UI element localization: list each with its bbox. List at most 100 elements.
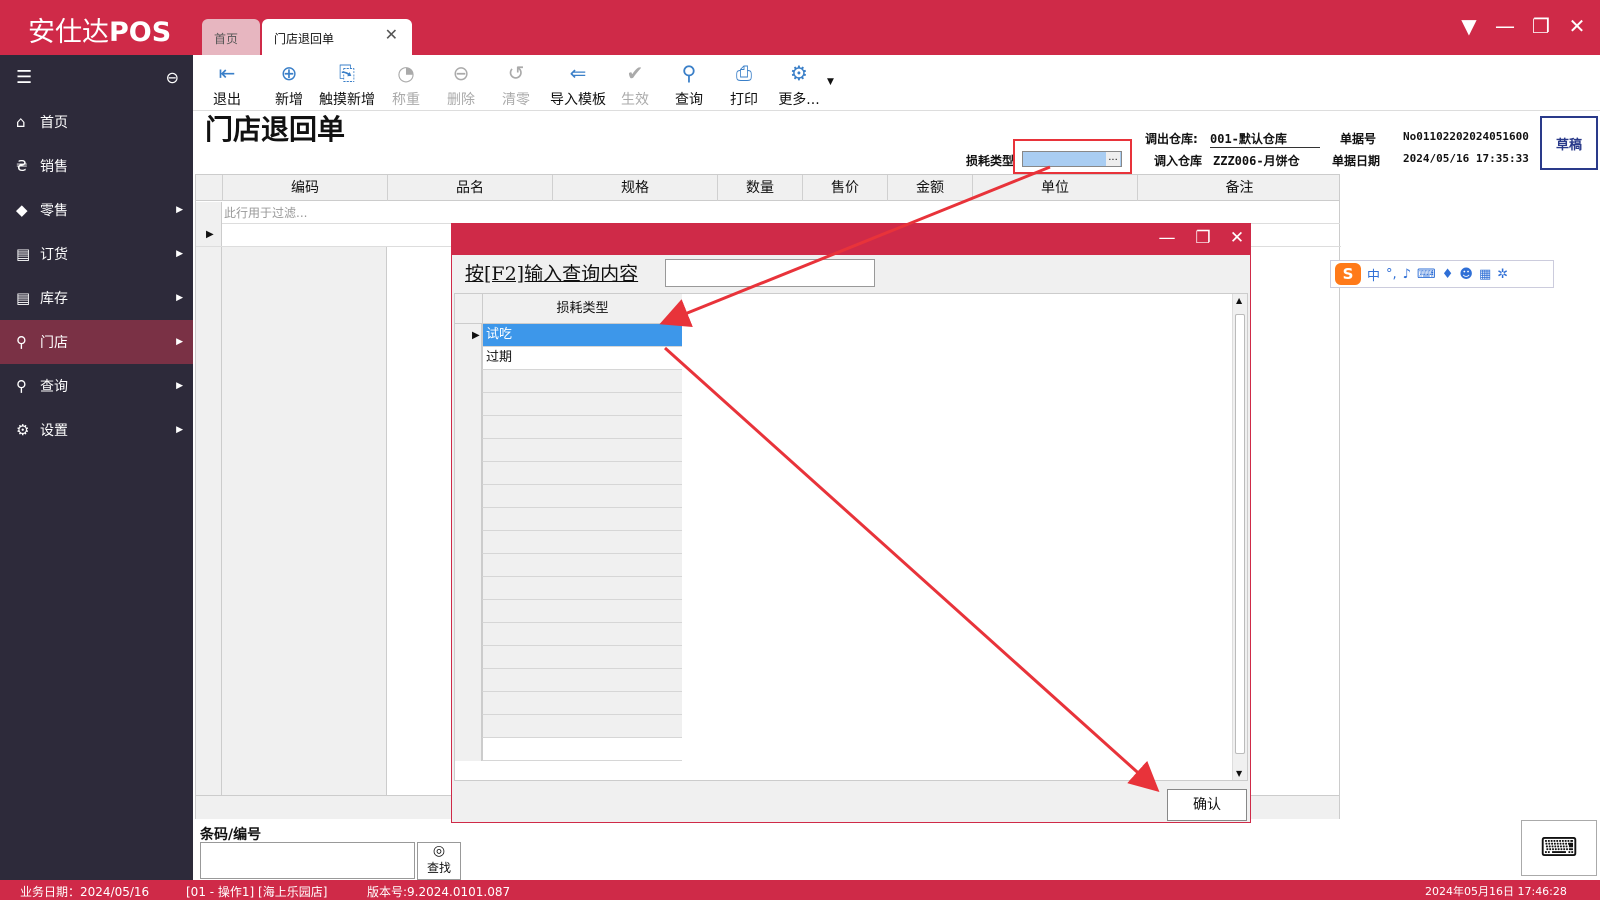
business-date: 业务日期：2024/05/16 — [20, 885, 150, 899]
punctuation-icon[interactable]: °, — [1386, 267, 1397, 282]
close-icon[interactable]: ✕ — [1226, 228, 1248, 248]
col-price[interactable]: 售价 — [802, 175, 887, 201]
sogou-logo-icon[interactable]: S — [1335, 263, 1361, 285]
out-warehouse-value[interactable]: 001-默认仓库 — [1210, 130, 1320, 148]
chevron-right-icon: ▶ — [176, 205, 183, 215]
clear-button[interactable]: ↺ 清零 — [486, 61, 546, 109]
list-item[interactable]: 过期 — [482, 347, 682, 370]
home-icon: ⌂ — [16, 113, 26, 131]
empty-row — [482, 370, 682, 393]
list-item[interactable]: 试吃 — [482, 324, 682, 347]
exit-button[interactable]: ⇤ 退出 — [197, 61, 257, 109]
collapse-icon[interactable]: ⊖ — [166, 68, 179, 87]
vertical-scrollbar[interactable]: ▲ ▼ — [1232, 294, 1247, 780]
row-pointer-icon: ▶ — [206, 229, 214, 240]
find-button[interactable]: ◎ 查找 — [417, 842, 461, 880]
tab-store-return[interactable]: 门店退回单 ✕ — [262, 19, 412, 55]
col-note[interactable]: 备注 — [1137, 175, 1341, 201]
more-button[interactable]: ⚙ 更多... — [769, 61, 829, 109]
sidebar-item-query[interactable]: ⚲ 查询 ▶ — [0, 364, 193, 408]
touch-add-button[interactable]: ⎘ 触摸新增 — [317, 61, 377, 109]
row-indicator-column — [455, 324, 482, 761]
col-qty[interactable]: 数量 — [717, 175, 802, 201]
add-button[interactable]: ⊕ 新增 — [259, 61, 319, 109]
weigh-button[interactable]: ◔ 称重 — [376, 61, 436, 109]
operator-info: [01 - 操作1] [海上乐园店] — [186, 885, 328, 899]
robot-icon[interactable]: ☻ — [1459, 267, 1473, 282]
ime-toolbar: S 中 °, ♪ ⌨ ♦ ☻ ▦ ✲ — [1330, 260, 1554, 288]
chevron-down-icon[interactable]: ▼ — [827, 77, 834, 87]
dialog-search-input[interactable] — [665, 259, 875, 287]
order-date-label: 单据日期 — [1332, 154, 1381, 168]
col-spec[interactable]: 规格 — [552, 175, 717, 201]
dialog-search-label: 按[F2]输入查询内容 — [465, 263, 639, 285]
empty-row — [482, 416, 682, 439]
microphone-icon[interactable]: ♪ — [1403, 267, 1411, 282]
exit-icon: ⇤ — [218, 61, 236, 85]
close-icon[interactable]: ✕ — [1564, 14, 1590, 38]
loss-type-dialog: — ❐ ✕ 按[F2]输入查询内容 损耗类型 ▶ 试吃 过期 ▲ ▼ 确认 — [451, 223, 1251, 823]
col-name[interactable]: 品名 — [387, 175, 552, 201]
scrollbar-thumb[interactable] — [1235, 314, 1245, 754]
tab-home[interactable]: 首页 — [202, 19, 260, 55]
check-circle-icon: ✔ — [626, 61, 644, 85]
grid-icon[interactable]: ▦ — [1479, 267, 1491, 282]
loss-type-label: 损耗类型 — [966, 154, 1015, 168]
sidebar-item-retail[interactable]: ◆ 零售 ▶ — [0, 188, 193, 232]
scale-icon: ◔ — [397, 61, 415, 85]
restore-icon[interactable]: ❐ — [1528, 14, 1554, 38]
in-warehouse-value[interactable]: ZZZ006-月饼仓 — [1213, 152, 1316, 169]
printer-icon: ⎙ — [736, 61, 752, 85]
delete-button[interactable]: ⊖ 删除 — [431, 61, 491, 109]
confirm-button[interactable]: 确认 — [1167, 789, 1247, 821]
chevron-right-icon: ▶ — [176, 337, 183, 347]
empty-row — [482, 508, 682, 531]
keyboard-icon[interactable]: ⌨ — [1417, 267, 1436, 282]
database-icon: ▤ — [16, 289, 31, 307]
print-button[interactable]: ⎙ 打印 — [714, 61, 774, 109]
activate-button[interactable]: ✔ 生效 — [605, 61, 665, 109]
chevron-right-icon: ▶ — [176, 425, 183, 435]
col-amount[interactable]: 金额 — [887, 175, 972, 201]
chevron-down-icon[interactable]: ▼ — [1456, 14, 1482, 38]
barcode-label: 条码/编号 — [200, 827, 262, 843]
sidebar-item-store[interactable]: ⚲ 门店 ▶ — [0, 320, 193, 364]
chevron-right-icon: ▶ — [176, 381, 183, 391]
close-icon[interactable]: ✕ — [385, 25, 398, 44]
hamburger-icon[interactable]: ☰ — [16, 67, 32, 88]
settings-icon[interactable]: ✲ — [1497, 267, 1508, 282]
filter-row[interactable]: 此行用于过滤... — [222, 202, 1340, 224]
query-button[interactable]: ⚲ 查询 — [659, 61, 719, 109]
ellipsis-icon[interactable]: ... — [1106, 152, 1120, 166]
sidebar-item-inventory[interactable]: ▤ 库存 ▶ — [0, 276, 193, 320]
sidebar-item-settings[interactable]: ⚙ 设置 ▶ — [0, 408, 193, 452]
sidebar-item-home[interactable]: ⌂ 首页 — [0, 100, 193, 144]
skin-icon[interactable]: ♦ — [1442, 267, 1454, 282]
col-loss-type[interactable]: 损耗类型 — [482, 294, 682, 324]
dialog-grid: 损耗类型 ▶ 试吃 过期 ▲ ▼ — [454, 293, 1248, 781]
sidebar-item-order[interactable]: ▤ 订货 ▶ — [0, 232, 193, 276]
loss-type-combo[interactable]: ... — [1022, 151, 1122, 167]
scroll-down-icon[interactable]: ▼ — [1236, 769, 1242, 778]
empty-row — [482, 623, 682, 646]
keyboard-button[interactable]: ⌨ — [1521, 820, 1597, 876]
empty-row — [482, 393, 682, 416]
scroll-up-icon[interactable]: ▲ — [1236, 296, 1242, 305]
toolbar: ⇤ 退出 ⊕ 新增 ⎘ 触摸新增 ◔ 称重 ⊖ 删除 ↺ 清零 ⇐ 导入模板 ✔ 生效 ⚲ 查询 … — [193, 55, 1600, 111]
row-indicator-column — [196, 202, 222, 819]
order-date-value: 2024/05/16 17:35:33 — [1403, 152, 1529, 165]
import-template-button[interactable]: ⇐ 导入模板 — [548, 61, 608, 109]
sidebar-item-sales[interactable]: ₴ 销售 — [0, 144, 193, 188]
restore-icon[interactable]: ❐ — [1192, 228, 1214, 248]
col-unit[interactable]: 单位 — [972, 175, 1137, 201]
empty-row — [482, 554, 682, 577]
app-brand: 安仕达POS — [28, 17, 172, 48]
col-code[interactable]: 编码 — [222, 175, 387, 201]
ime-mode[interactable]: 中 — [1367, 265, 1380, 284]
minimize-icon[interactable]: — — [1492, 14, 1518, 38]
minimize-icon[interactable]: — — [1156, 228, 1178, 248]
barcode-input[interactable] — [200, 842, 415, 879]
import-icon: ⇐ — [569, 61, 587, 85]
out-warehouse-label: 调出仓库: — [1145, 132, 1198, 146]
search-icon: ⚲ — [16, 333, 27, 351]
